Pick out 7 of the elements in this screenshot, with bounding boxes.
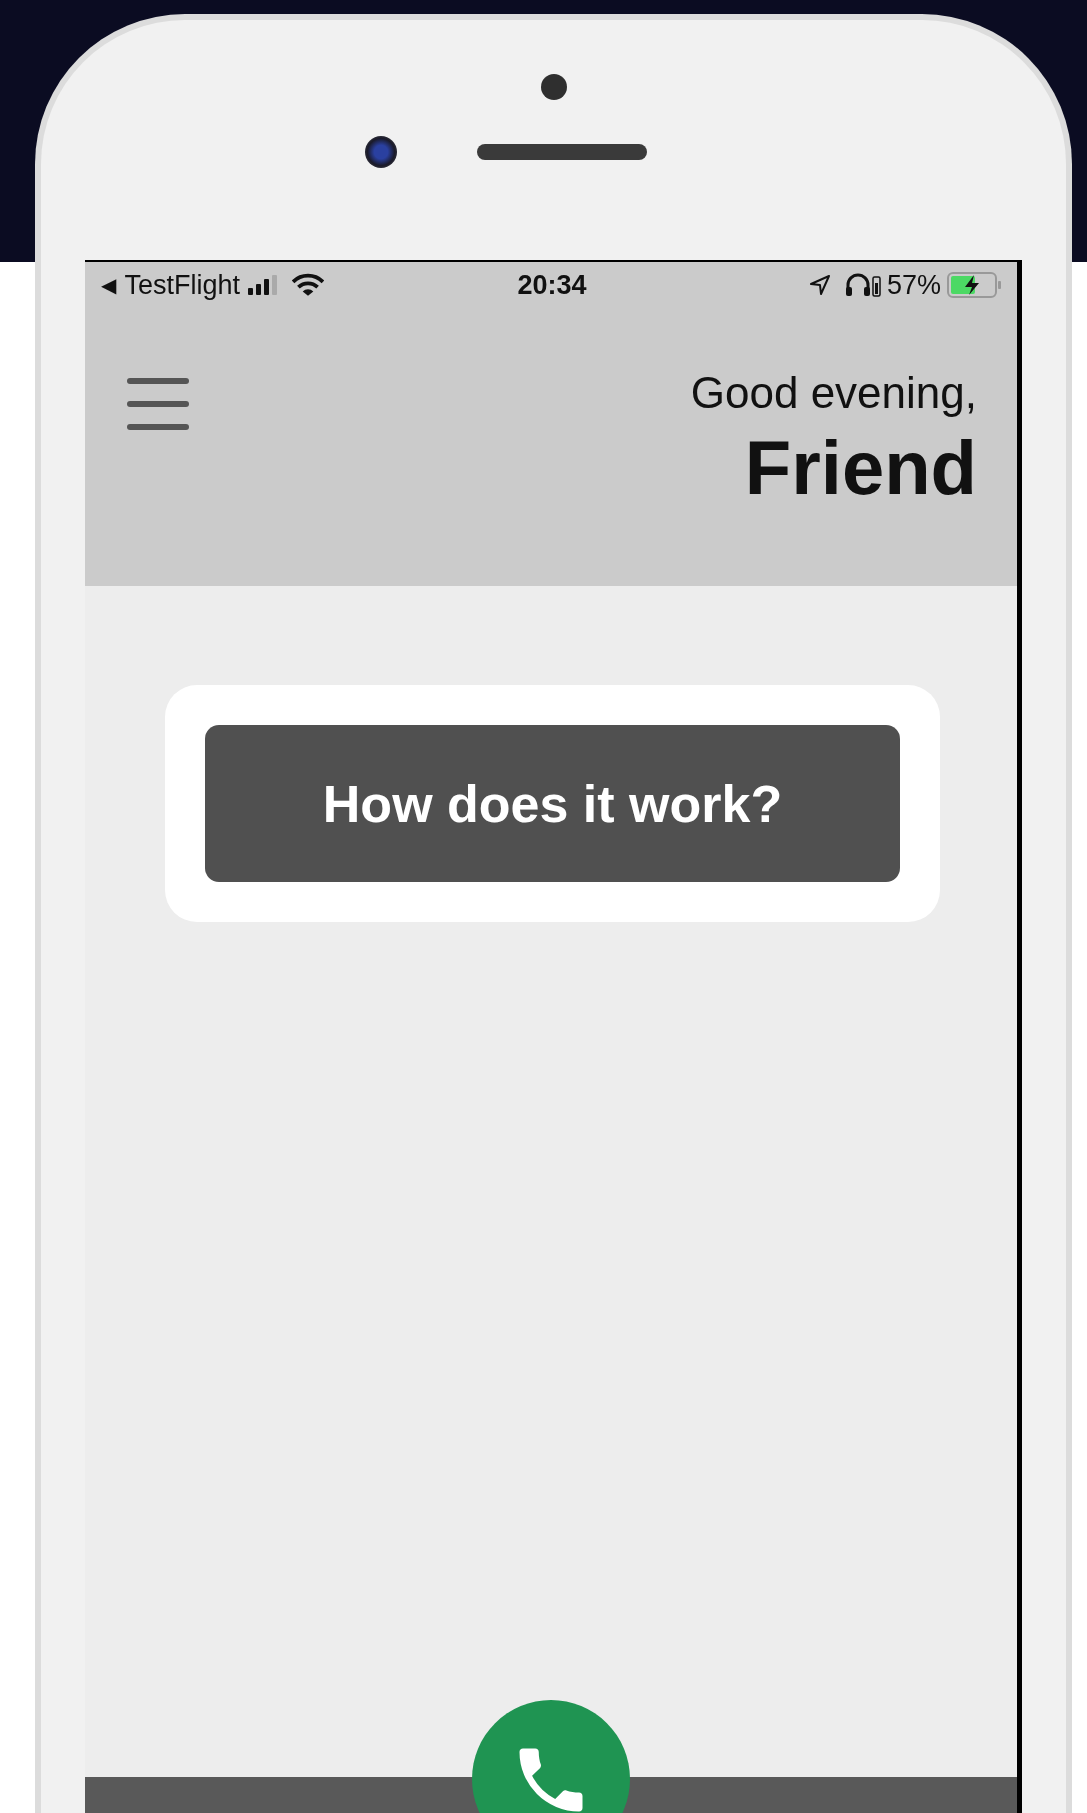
back-app-label[interactable]: TestFlight bbox=[124, 269, 240, 301]
battery-percent: 57% bbox=[886, 269, 941, 301]
user-name: Friend bbox=[744, 424, 977, 511]
clock-time: 20:34 bbox=[517, 269, 587, 301]
greeting-text: Good evening, bbox=[690, 368, 977, 418]
back-arrow[interactable]: ◀ bbox=[101, 273, 117, 297]
how-it-works-button[interactable]: How does it work? bbox=[205, 725, 900, 882]
